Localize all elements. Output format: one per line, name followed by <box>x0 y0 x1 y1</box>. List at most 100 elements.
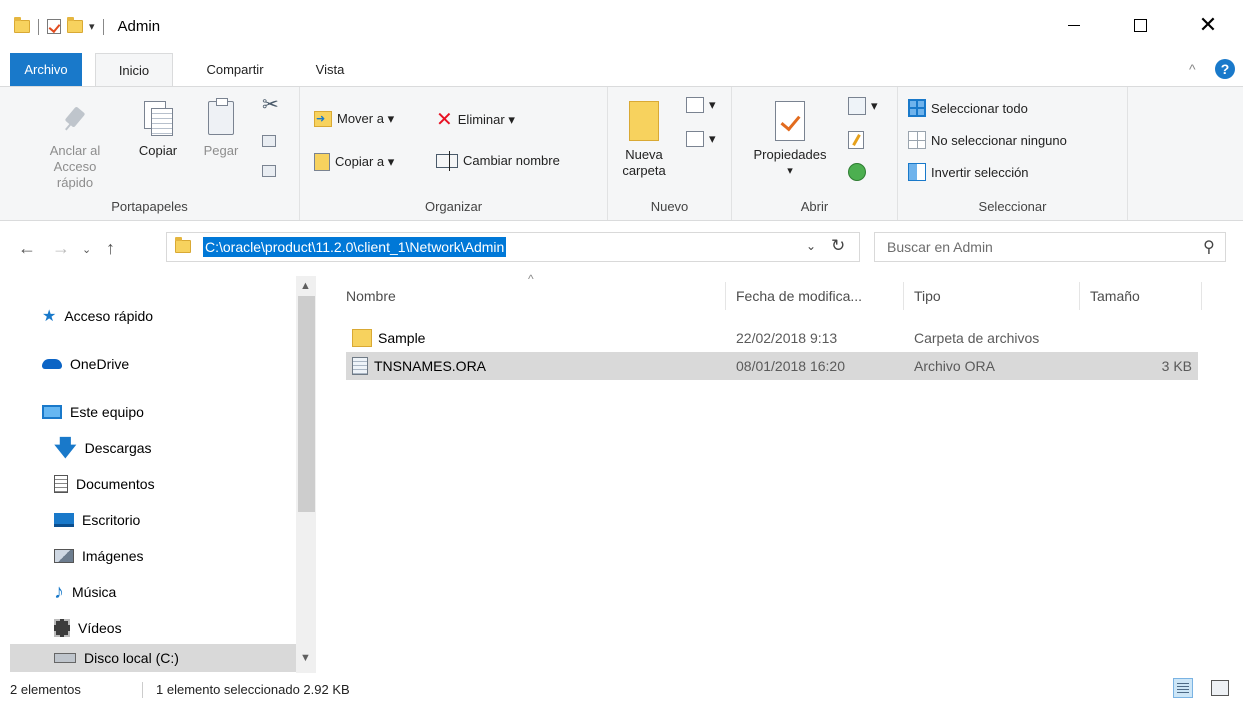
copy-button[interactable]: Copiar <box>128 101 188 159</box>
nav-item-desktop[interactable]: Escritorio <box>54 506 140 534</box>
nav-item-label: Descargas <box>84 440 152 456</box>
up-button[interactable]: ↑ <box>106 238 115 259</box>
properties-button[interactable]: Propiedades ▾ <box>740 101 840 179</box>
nav-item-local-disk[interactable]: Disco local (C:) <box>10 644 296 672</box>
group-portapapeles: Anclar al Acceso rápido Copiar Pegar ✂ P… <box>0 87 300 220</box>
window-title: Admin <box>117 18 161 35</box>
new-item-button[interactable]: ▾ <box>686 97 716 113</box>
copy-to-button[interactable]: Copiar a ▾ <box>314 153 394 171</box>
cut-button[interactable]: ✂ <box>262 95 279 115</box>
move-to-button[interactable]: Mover a ▾ <box>314 111 394 127</box>
tab-inicio[interactable]: Inicio <box>95 53 173 87</box>
pin-quick-access-button[interactable]: Anclar al Acceso rápido <box>30 105 120 191</box>
select-none-icon <box>908 131 926 149</box>
cloud-icon <box>42 359 62 369</box>
desktop-icon <box>54 513 74 527</box>
tab-compartir[interactable]: Compartir <box>180 53 290 86</box>
column-headers: Nombre Fecha de modifica... Tipo Tamaño <box>336 282 1206 310</box>
nav-item-videos[interactable]: Vídeos <box>54 614 122 642</box>
recent-locations-button[interactable]: ⌄ <box>82 243 91 256</box>
group-label-abrir: Abrir <box>800 199 829 214</box>
paste-label: Pegar <box>203 143 239 158</box>
new-folder-icon <box>629 101 659 141</box>
group-label-seleccionar: Seleccionar <box>978 199 1047 214</box>
copy-path-button[interactable] <box>262 135 276 147</box>
dropdown-arrow: ▾ <box>709 131 716 146</box>
table-row[interactable]: Sample 22/02/2018 9:13 Carpeta de archiv… <box>346 324 1198 352</box>
large-icons-view-icon[interactable] <box>1211 680 1229 696</box>
copy-path-icon <box>262 135 276 147</box>
open-button[interactable]: ▾ <box>848 97 878 115</box>
nav-item-onedrive[interactable]: OneDrive <box>42 350 129 378</box>
qat-customize-icon[interactable]: ▾ <box>89 20 95 33</box>
minimize-button[interactable] <box>1054 10 1094 40</box>
status-separator <box>142 682 143 698</box>
help-icon[interactable]: ? <box>1215 59 1235 79</box>
select-all-button[interactable]: Seleccionar todo <box>908 99 1028 117</box>
music-icon: ♪ <box>54 580 64 603</box>
details-view-icon[interactable] <box>1173 678 1193 698</box>
maximize-button[interactable] <box>1120 10 1160 40</box>
copy-to-icon <box>314 153 330 171</box>
address-input[interactable]: C:\oracle\product\11.2.0\client_1\Networ… <box>203 237 507 257</box>
edit-button[interactable] <box>848 131 864 149</box>
column-header-type[interactable]: Tipo <box>904 282 1080 310</box>
file-size: 3 KB <box>1161 358 1192 374</box>
scroll-up-icon[interactable]: ▲ <box>300 280 311 292</box>
nav-scrollbar-thumb[interactable] <box>298 296 315 512</box>
file-name: TNSNAMES.ORA <box>374 358 487 374</box>
search-input[interactable]: Buscar en Admin ⚲ <box>874 232 1226 262</box>
refresh-icon[interactable]: ↻ <box>831 236 845 256</box>
easy-access-icon <box>686 131 704 147</box>
scroll-down-icon[interactable]: ▼ <box>300 652 311 664</box>
column-header-name[interactable]: Nombre <box>336 282 726 310</box>
nav-item-downloads[interactable]: 🡇 Descargas <box>54 434 152 462</box>
close-button[interactable]: ✕ <box>1188 10 1228 40</box>
properties-icon[interactable] <box>47 19 61 34</box>
column-header-size[interactable]: Tamaño <box>1080 282 1202 310</box>
nav-item-label: Disco local (C:) <box>84 650 179 666</box>
nav-item-this-pc[interactable]: Este equipo <box>42 398 144 426</box>
search-icon[interactable]: ⚲ <box>1203 237 1215 257</box>
paste-shortcut-icon <box>262 165 276 177</box>
folder-icon <box>175 237 191 253</box>
history-icon <box>848 163 866 181</box>
table-row[interactable]: TNSNAMES.ORA 08/01/2018 16:20 Archivo OR… <box>346 352 1198 380</box>
nav-item-pictures[interactable]: Imágenes <box>54 542 143 570</box>
address-dropdown-icon[interactable]: ⌄ <box>806 239 816 253</box>
tab-vista[interactable]: Vista <box>300 53 360 86</box>
status-bar: 2 elementos 1 elemento seleccionado 2.92… <box>0 676 1243 704</box>
nav-item-label: Escritorio <box>82 512 141 528</box>
group-label-nuevo: Nuevo <box>650 199 689 214</box>
select-none-button[interactable]: No seleccionar ninguno <box>908 131 1067 149</box>
address-bar[interactable]: C:\oracle\product\11.2.0\client_1\Networ… <box>166 232 860 262</box>
file-name-cell: TNSNAMES.ORA <box>352 352 486 380</box>
qat-separator <box>38 18 39 35</box>
pin-label: Anclar al Acceso rápido <box>49 143 101 190</box>
nav-item-documents[interactable]: Documentos <box>54 470 155 498</box>
history-button[interactable] <box>848 163 866 181</box>
delete-button[interactable]: ✕ Eliminar ▾ <box>436 110 515 130</box>
ribbon-collapse-icon[interactable]: ^ <box>1189 61 1196 77</box>
copy-icon <box>144 101 173 136</box>
invert-selection-button[interactable]: Invertir selección <box>908 163 1029 181</box>
file-date: 08/01/2018 16:20 <box>736 358 845 374</box>
tab-archivo[interactable]: Archivo <box>10 53 82 86</box>
rename-button[interactable]: Cambiar nombre <box>436 150 560 171</box>
select-none-label: No seleccionar ninguno <box>931 132 1067 148</box>
nav-item-quick-access[interactable]: ★ Acceso rápido <box>42 302 153 330</box>
forward-button[interactable]: → <box>52 238 70 259</box>
folder-icon <box>352 329 372 347</box>
paste-button[interactable]: Pegar <box>196 98 246 159</box>
properties-check-icon <box>775 101 805 141</box>
back-button[interactable]: ← <box>18 238 36 259</box>
easy-access-button[interactable]: ▾ <box>686 131 716 147</box>
nav-item-music[interactable]: ♪ Música <box>54 578 116 606</box>
paste-shortcut-button[interactable] <box>262 165 276 177</box>
copy-to-label: Copiar a ▾ <box>335 154 395 169</box>
properties-dropdown-icon: ▾ <box>787 165 793 177</box>
new-folder-button[interactable]: Nueva carpeta <box>616 101 672 179</box>
column-header-date[interactable]: Fecha de modifica... <box>726 282 904 310</box>
new-folder-icon[interactable] <box>67 17 83 33</box>
move-to-label: Mover a ▾ <box>337 111 395 126</box>
